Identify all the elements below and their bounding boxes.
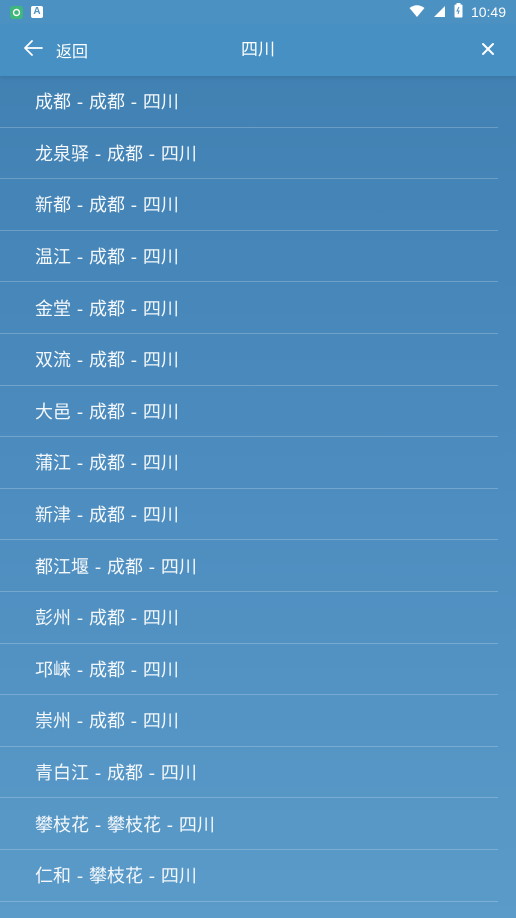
status-bar: A 10:49 (0, 0, 516, 24)
list-item[interactable]: 仁和 - 攀枝花 - 四川 (0, 850, 498, 902)
list-item[interactable]: 成都 - 成都 - 四川 (0, 76, 498, 128)
battery-icon (454, 2, 463, 22)
list-item[interactable]: 蒲江 - 成都 - 四川 (0, 437, 498, 489)
back-button[interactable]: 返回 (22, 24, 88, 76)
close-button[interactable] (476, 38, 500, 62)
header: 返回 四川 (0, 24, 516, 76)
list-item[interactable]: 温江 - 成都 - 四川 (0, 231, 498, 283)
page-title: 四川 (241, 40, 275, 60)
list-item[interactable]: 金堂 - 成都 - 四川 (0, 282, 498, 334)
list-item[interactable]: 彭州 - 成都 - 四川 (0, 592, 498, 644)
list-item[interactable]: 邛崃 - 成都 - 四川 (0, 644, 498, 696)
a-notification-icon: A (31, 6, 43, 18)
list-item[interactable]: 都江堰 - 成都 - 四川 (0, 540, 498, 592)
list-item[interactable]: 新津 - 成都 - 四川 (0, 489, 498, 541)
list-item[interactable]: 大邑 - 成都 - 四川 (0, 386, 498, 438)
close-icon (481, 41, 495, 60)
status-time: 10:49 (470, 4, 506, 20)
wifi-icon (409, 3, 425, 22)
list-item[interactable]: 崇州 - 成都 - 四川 (0, 695, 498, 747)
list-item[interactable]: 青白江 - 成都 - 四川 (0, 747, 498, 799)
signal-icon (433, 3, 446, 22)
list-item[interactable]: 新都 - 成都 - 四川 (0, 179, 498, 231)
list-item[interactable]: 攀枝花 - 攀枝花 - 四川 (0, 798, 498, 850)
city-list: 成都 - 成都 - 四川 龙泉驿 - 成都 - 四川 新都 - 成都 - 四川 … (0, 76, 516, 902)
app-notification-icon (10, 5, 23, 19)
back-label: 返回 (56, 42, 89, 61)
arrow-left-icon (22, 39, 44, 61)
list-item[interactable]: 龙泉驿 - 成都 - 四川 (0, 128, 498, 180)
list-item[interactable]: 双流 - 成都 - 四川 (0, 334, 498, 386)
